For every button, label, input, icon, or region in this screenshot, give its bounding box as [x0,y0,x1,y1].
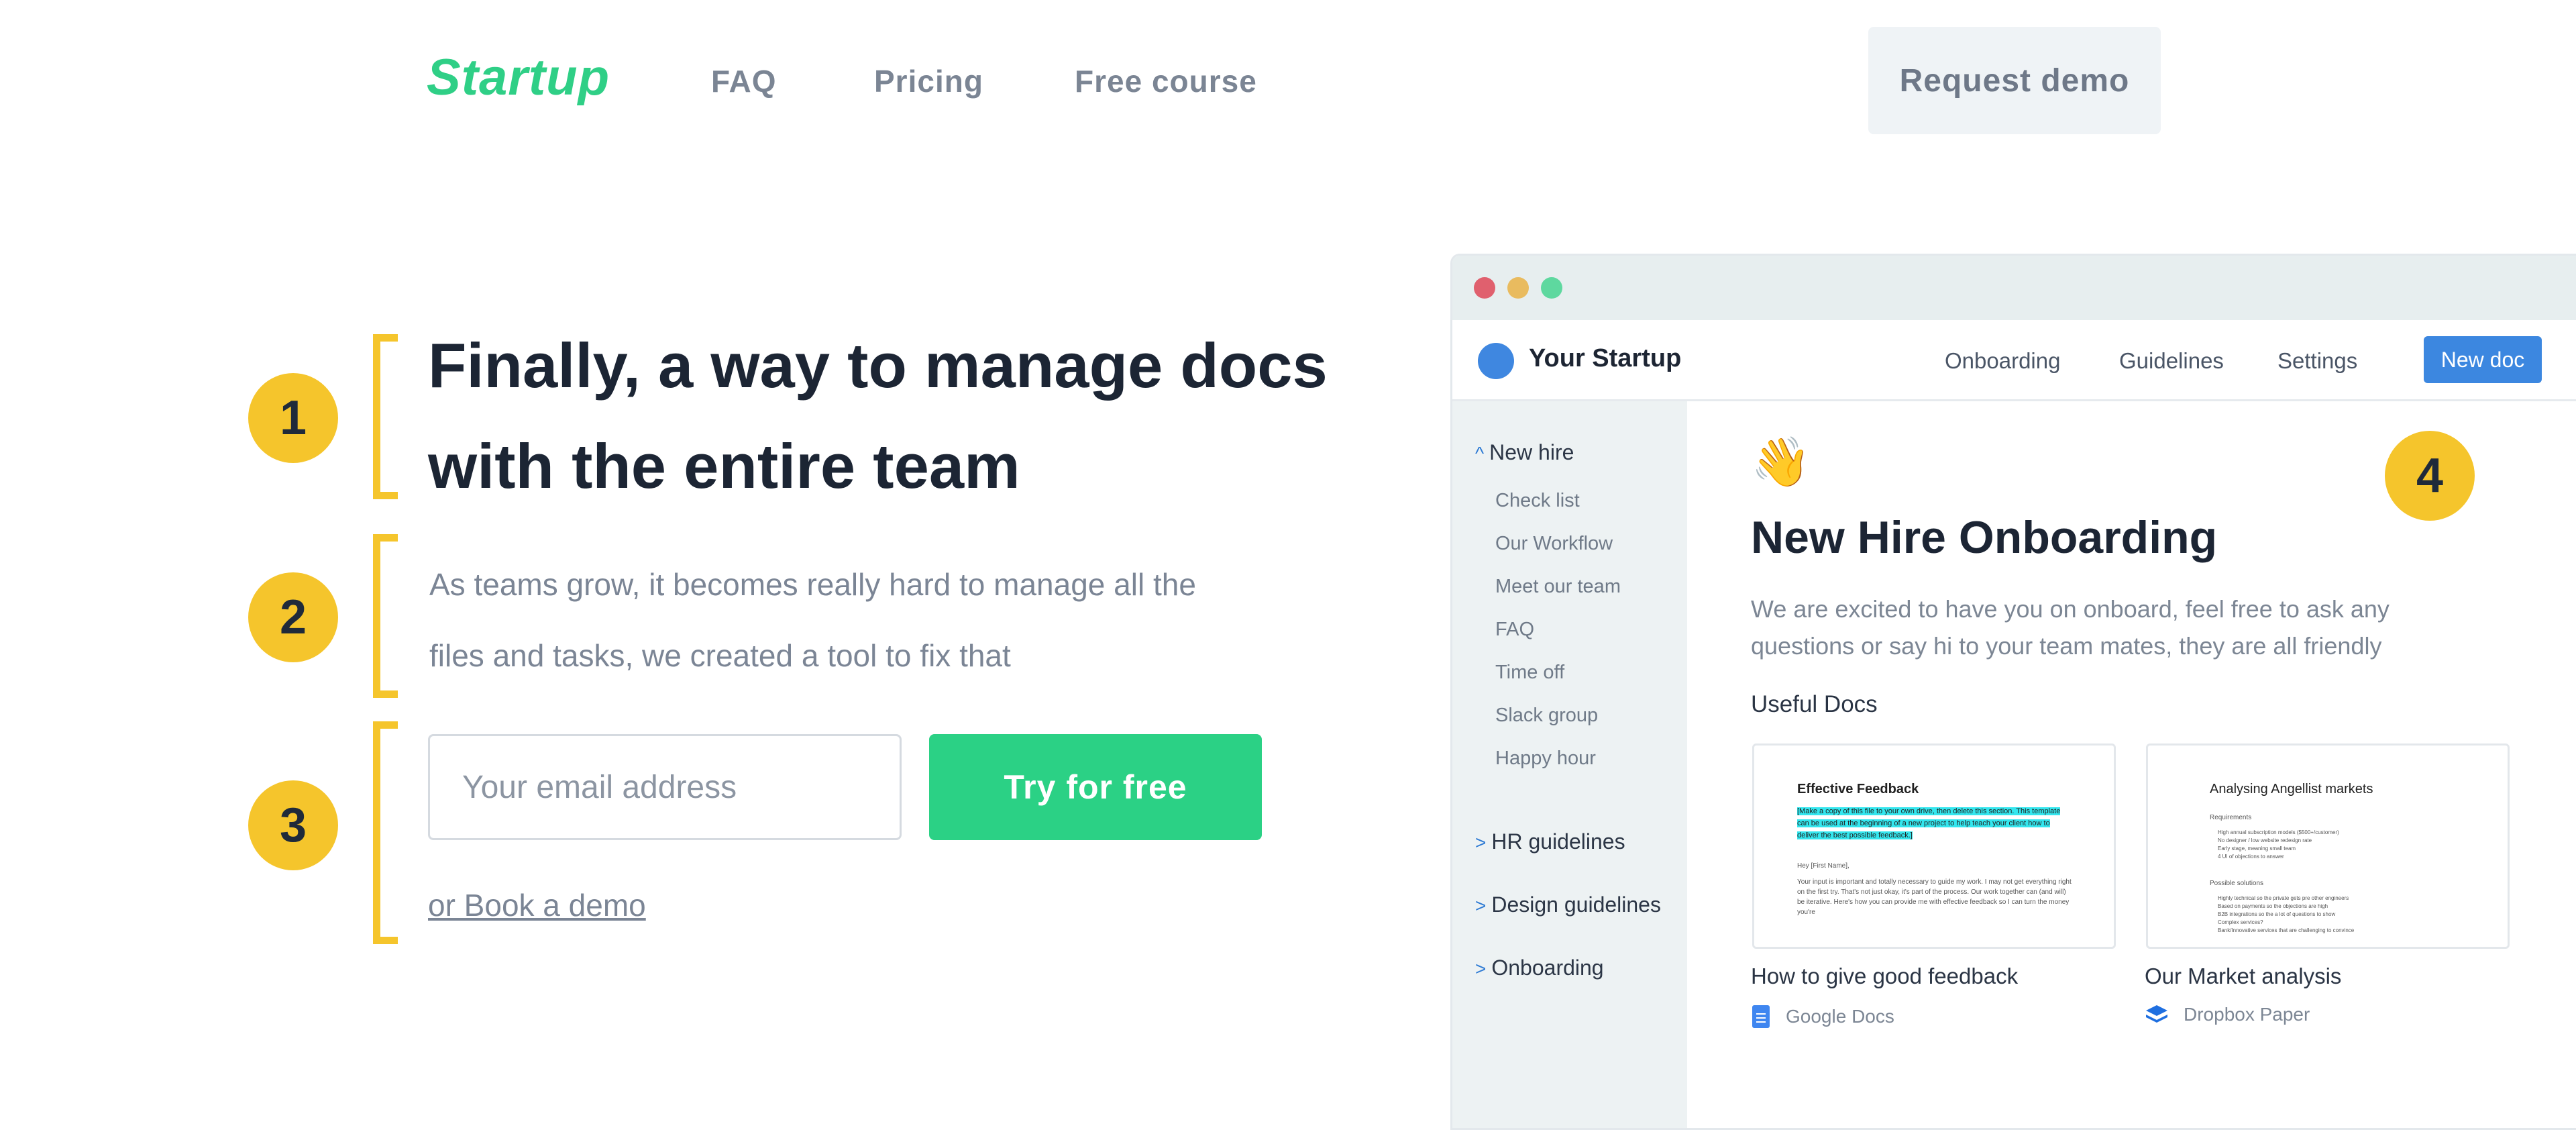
hero-headline-line-1: Finally, a way to manage docs [428,330,1328,401]
sidebar-section-hr-guidelines[interactable]: > HR guidelines [1475,829,1625,854]
app-sidebar: ^ New hire Check list Our Workflow Meet o… [1452,401,1687,1128]
card-preview-sol-heading: Possible solutions [2210,880,2264,887]
sidebar-section-design-guidelines[interactable]: > Design guidelines [1475,892,1661,917]
card-preview-sol-item: B2B integrations so the a lot of questio… [2218,911,2336,917]
email-input[interactable] [428,734,902,840]
nav-link-pricing[interactable]: Pricing [874,63,983,99]
app-tab-guidelines[interactable]: Guidelines [2119,348,2224,374]
nav-link-free-course[interactable]: Free course [1075,63,1257,99]
dropbox-paper-icon [2146,1005,2167,1023]
sidebar-section-label: New hire [1489,440,1574,464]
hero-headline: Finally, a way to manage docs with the e… [428,315,1367,517]
workspace-avatar [1478,343,1514,379]
doc-card-market-analysis[interactable]: Analysing Angellist markets Requirements… [2146,743,2510,949]
card-preview-highlight: [Make a copy of this file to your own dr… [1797,805,2072,841]
step-badge-1: 1 [248,373,338,463]
sidebar-item-slack-group[interactable]: Slack group [1495,705,1598,727]
app-window-mockup: Your Startup Onboarding Guidelines Setti… [1450,254,2576,1130]
hero-headline-line-2: with the entire team [428,431,1020,501]
step-bracket-3 [373,721,398,944]
card-preview-highlight-text: [Make a copy of this file to your own dr… [1797,807,2061,839]
chevron-right-icon: > [1475,958,1487,979]
card-preview-sol-item: Bank/Innovative services that are challe… [2218,927,2355,933]
sidebar-item-happy-hour[interactable]: Happy hour [1495,748,1596,770]
hero-subtext: As teams grow, it becomes really hard to… [429,549,1275,691]
sidebar-section-onboarding[interactable]: > Onboarding [1475,956,1604,980]
doc-description-line-2: questions or say hi to your team mates, … [1751,632,2382,660]
workspace-name: Your Startup [1529,344,1682,372]
try-for-free-button[interactable]: Try for free [929,734,1262,840]
card-preview-body: Your input is important and totally nece… [1797,878,2072,916]
window-maximize-dot [1541,277,1562,299]
card-preview-greeting: Hey [First Name], [1797,862,1849,870]
card-caption-feedback[interactable]: How to give good feedback [1751,964,2018,989]
card-preview-req-item: High annual subscription models ($500+/c… [2218,829,2339,835]
sidebar-item-our-workflow[interactable]: Our Workflow [1495,533,1613,555]
card-preview-title: Analysing Angellist markets [2210,782,2373,797]
step-bracket-2 [373,534,398,698]
new-doc-button[interactable]: New doc [2424,336,2542,383]
card-preview-req-heading: Requirements [2210,814,2252,821]
app-header: Your Startup Onboarding Guidelines Setti… [1452,320,2576,401]
sidebar-section-label: Onboarding [1491,956,1604,980]
card-source-google-docs: Google Docs [1752,1005,1894,1028]
card-preview-sol-item: Based on payments so the objections are … [2218,903,2328,909]
doc-description: We are excited to have you on onboard, f… [1751,590,2462,664]
request-demo-button[interactable]: Request demo [1868,27,2161,134]
doc-card-feedback[interactable]: Effective Feedback [Make a copy of this … [1752,743,2116,949]
sidebar-section-label: Design guidelines [1491,892,1661,917]
app-tab-onboarding[interactable]: Onboarding [1945,348,2060,374]
brand-logo[interactable]: Startup [427,48,610,107]
card-source-label: Dropbox Paper [2184,1004,2310,1025]
card-caption-market-analysis[interactable]: Our Market analysis [2145,964,2341,989]
hero-subtext-line-1: As teams grow, it becomes really hard to… [429,567,1196,602]
hero-subtext-line-2: files and tasks, we created a tool to fi… [429,638,1011,673]
card-preview-title: Effective Feedback [1797,782,1919,797]
waving-hand-emoji: 👋 [1751,435,1811,489]
nav-link-faq[interactable]: FAQ [711,63,777,99]
card-source-dropbox-paper: Dropbox Paper [2145,1003,2310,1027]
app-tab-settings[interactable]: Settings [2277,348,2357,374]
sidebar-item-meet-our-team[interactable]: Meet our team [1495,576,1621,598]
card-preview-req-item: No designer / low website redesign rate [2218,837,2312,843]
step-bracket-1 [373,334,398,499]
sidebar-section-label: HR guidelines [1491,829,1625,854]
sidebar-item-faq[interactable]: FAQ [1495,619,1534,641]
step-badge-4: 4 [2385,431,2475,521]
step-badge-2: 2 [248,572,338,662]
window-titlebar [1452,256,2576,320]
card-preview-sol-list: Highly technical so the private gets pre… [2218,894,2473,935]
card-preview-req-list: High annual subscription models ($500+/c… [2218,829,2459,861]
window-minimize-dot [1507,277,1529,299]
card-preview-sol-item: Highly technical so the private gets pre… [2218,895,2349,901]
step-badge-3: 3 [248,780,338,870]
chevron-right-icon: > [1475,832,1487,853]
card-preview-sol-item: Complex services? [2218,919,2263,925]
useful-docs-heading: Useful Docs [1751,691,1878,717]
card-source-label: Google Docs [1786,1006,1894,1027]
sidebar-item-check-list[interactable]: Check list [1495,490,1580,512]
sidebar-section-new-hire[interactable]: ^ New hire [1475,440,1574,465]
doc-content: 👋 4 New Hire Onboarding We are excited t… [1687,401,2576,1128]
card-preview-req-item: 4 UI of objections to answer [2218,854,2284,860]
chevron-right-icon: > [1475,895,1487,916]
sidebar-item-time-off[interactable]: Time off [1495,662,1564,684]
chevron-up-icon: ^ [1475,443,1485,464]
window-close-dot [1474,277,1495,299]
google-docs-icon [1752,1005,1770,1028]
card-preview-req-item: Early stage, meaning small team [2218,845,2296,852]
book-demo-link[interactable]: or Book a demo [428,887,646,923]
doc-title: New Hire Onboarding [1751,512,2218,563]
doc-description-line-1: We are excited to have you on onboard, f… [1751,595,2390,623]
